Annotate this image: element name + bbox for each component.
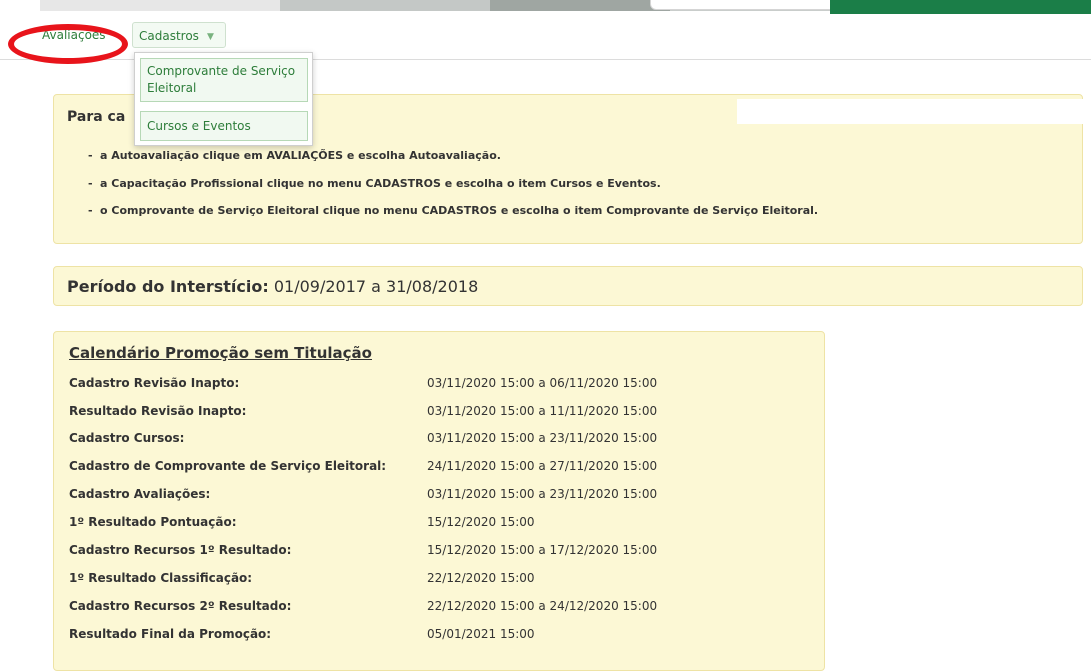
- instructions-list: -a Autoavaliação clique em AVALIAÇÕES e …: [88, 149, 818, 232]
- period-value: 01/09/2017 a 31/08/2018: [273, 277, 479, 296]
- row-value: 24/11/2020 15:00 a 27/11/2020 15:00: [427, 459, 658, 473]
- row-label: 1º Resultado Pontuação:: [69, 515, 237, 529]
- table-row: Resultado Revisão Inapto: 03/11/2020 15:0…: [69, 401, 809, 421]
- period-label: Período do Interstício:: [67, 277, 269, 296]
- row-value: 22/12/2020 15:00: [427, 571, 535, 585]
- table-row: 1º Resultado Classificação: 22/12/2020 15…: [69, 568, 809, 588]
- caret-down-icon: ▼: [206, 32, 214, 42]
- period-text: Período do Interstício: 01/09/2017 a 31/…: [67, 277, 478, 296]
- calendar-title: Calendário Promoção sem Titulação: [69, 344, 372, 362]
- dropdown-item-comprovante[interactable]: Comprovante de Serviço Eleitoral: [140, 58, 308, 102]
- header-tab: [650, 0, 837, 10]
- menu-cadastros[interactable]: Cadastros ▼: [132, 22, 226, 48]
- instructions-title: Para ca: [67, 109, 126, 125]
- row-label: Resultado Final da Promoção:: [69, 627, 272, 641]
- table-row: Cadastro Revisão Inapto: 03/11/2020 15:00…: [69, 373, 809, 393]
- cadastros-dropdown: Comprovante de Serviço Eleitoral Cursos …: [134, 52, 313, 146]
- instruction-text: a Capacitação Profissional clique no men…: [100, 176, 661, 190]
- table-row: Resultado Final da Promoção: 05/01/2021 1…: [69, 624, 809, 644]
- list-item: -o Comprovante de Serviço Eleitoral cliq…: [88, 204, 819, 217]
- period-panel: Período do Interstício: 01/09/2017 a 31/…: [53, 266, 1083, 306]
- redacted-area: [737, 99, 1087, 124]
- row-value: 05/01/2021 15:00: [427, 627, 535, 641]
- menu-cadastros-label: Cadastros: [139, 29, 199, 43]
- list-item: -a Capacitação Profissional clique no me…: [88, 176, 661, 190]
- row-label: Cadastro Revisão Inapto:: [69, 376, 240, 390]
- instruction-text: a Autoavaliação clique em AVALIAÇÕES e e…: [100, 149, 501, 162]
- table-row: 1º Resultado Pontuação: 15/12/2020 15:00: [69, 512, 809, 532]
- table-row: Cadastro de Comprovante de Serviço Eleit…: [69, 456, 809, 476]
- row-label: Cadastro Recursos 2º Resultado:: [69, 599, 292, 613]
- row-value: 22/12/2020 15:00 a 24/12/2020 15:00: [427, 599, 658, 613]
- row-label: Cadastro Avaliações:: [69, 487, 211, 501]
- dropdown-item-cursos-eventos[interactable]: Cursos e Eventos: [140, 111, 308, 141]
- table-row: Cadastro Avaliações: 03/11/2020 15:00 a 2…: [69, 484, 809, 504]
- row-value: 15/12/2020 15:00 a 17/12/2020 15:00: [427, 543, 658, 557]
- list-item: -a Autoavaliação clique em AVALIAÇÕES e …: [88, 149, 501, 162]
- table-row: Cadastro Recursos 1º Resultado: 15/12/202…: [69, 540, 809, 560]
- row-value: 03/11/2020 15:00 a 06/11/2020 15:00: [427, 376, 658, 390]
- row-label: Resultado Revisão Inapto:: [69, 403, 247, 418]
- annotation-highlight-circle: [8, 24, 128, 64]
- row-value: 03/11/2020 15:00 a 23/11/2020 15:00: [427, 487, 658, 501]
- calendar-panel: Calendário Promoção sem Titulação Cadast…: [53, 331, 825, 671]
- row-value: 03/11/2020 15:00 a 23/11/2020 15:00: [427, 431, 658, 445]
- row-label: 1º Resultado Classificação:: [69, 571, 253, 585]
- table-row: Cadastro Recursos 2º Resultado: 22/12/202…: [69, 596, 809, 616]
- header-green-bar: [830, 0, 1091, 14]
- row-label: Cadastro Cursos:: [69, 431, 185, 445]
- row-value: 03/11/2020 15:00 a 11/11/2020 15:00: [427, 403, 658, 418]
- row-label: Cadastro Recursos 1º Resultado:: [69, 543, 292, 557]
- instruction-text: o Comprovante de Serviço Eleitoral cliqu…: [100, 204, 819, 217]
- table-row: Cadastro Cursos: 03/11/2020 15:00 a 23/11…: [69, 428, 809, 448]
- row-label: Cadastro de Comprovante de Serviço Eleit…: [69, 459, 387, 473]
- row-value: 15/12/2020 15:00: [427, 515, 535, 529]
